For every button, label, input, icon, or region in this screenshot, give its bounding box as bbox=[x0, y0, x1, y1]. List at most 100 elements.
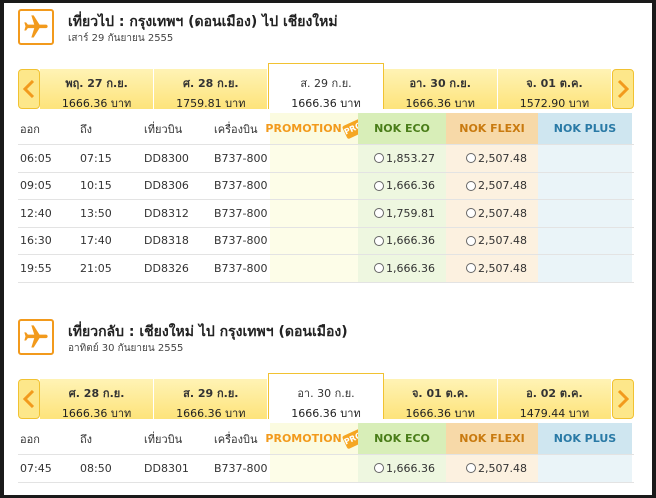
flight-number: DD8318 bbox=[144, 234, 189, 248]
table-header-row: ออก ถึง เที่ยวบิน เครื่องบิน PROMOTION PRO NOK… bbox=[18, 423, 634, 455]
nok-plus-cell bbox=[538, 227, 632, 254]
date-label: จ. 01 ต.ค. bbox=[526, 77, 583, 90]
date-tab[interactable]: ส. 29 ก.ย. 1666.36 บาท bbox=[268, 63, 384, 110]
return-title: เที่ยวกลับ : เชียงใหม่ ไป กรุงเทพฯ (ดอนเ… bbox=[68, 324, 348, 340]
table-row: 12:40 13:50 DD8312 B737-800 1,759.81 2,507.48 bbox=[18, 200, 634, 228]
fare-radio[interactable] bbox=[466, 235, 476, 246]
col-arrival: ถึง bbox=[80, 122, 93, 136]
fare-price: 1,759.81 bbox=[386, 206, 435, 220]
departure-time: 09:05 bbox=[20, 179, 52, 193]
outbound-date-selector: พฤ. 27 ก.ย. 1666.36 บาท ศ. 28 ก.ย. 1759.81 … bbox=[18, 63, 634, 111]
prev-date-button[interactable] bbox=[18, 69, 40, 109]
flight-number: DD8301 bbox=[144, 461, 189, 475]
date-tab[interactable]: อา. 30 ก.ย. 1666.36 บาท bbox=[383, 69, 498, 110]
table-header-row: ออก ถึง เที่ยวบิน เครื่องบิน PROMOTION PRO NOK… bbox=[18, 113, 634, 145]
fare-radio[interactable] bbox=[374, 180, 384, 191]
arrival-time: 13:50 bbox=[80, 206, 112, 220]
promotion-cell bbox=[270, 227, 358, 254]
fare-radio[interactable] bbox=[466, 463, 476, 474]
date-tab[interactable]: ศ. 28 ก.ย. 1759.81 บาท bbox=[154, 69, 269, 110]
fare-price: 2,507.48 bbox=[478, 206, 527, 220]
flight-number: DD8312 bbox=[144, 206, 189, 220]
arrival-time: 21:05 bbox=[80, 261, 112, 275]
col-flight: เที่ยวบิน bbox=[144, 122, 183, 136]
promotion-cell bbox=[270, 455, 358, 482]
departure-time: 16:30 bbox=[20, 234, 52, 248]
fare-radio[interactable] bbox=[466, 208, 476, 219]
nok-flexi-fare: 2,507.48 bbox=[446, 172, 538, 199]
date-tab[interactable]: พฤ. 27 ก.ย. 1666.36 บาท bbox=[40, 69, 155, 110]
nok-plus-cell bbox=[538, 145, 632, 172]
departure-time: 19:55 bbox=[20, 261, 52, 275]
flight-number: DD8306 bbox=[144, 179, 189, 193]
fare-radio[interactable] bbox=[374, 263, 384, 274]
fare-radio[interactable] bbox=[466, 153, 476, 164]
promotion-cell bbox=[270, 200, 358, 227]
fare-price: 2,507.48 bbox=[478, 234, 527, 248]
return-flight-table: ออก ถึง เที่ยวบิน เครื่องบิน PROMOTION PRO NOK… bbox=[18, 423, 634, 483]
date-tab[interactable]: อา. 30 ก.ย. 1666.36 บาท bbox=[268, 373, 384, 420]
fare-price: 2,507.48 bbox=[478, 151, 527, 165]
date-tab[interactable]: จ. 01 ต.ค. 1572.90 บาท bbox=[497, 69, 613, 110]
col-departure: ออก bbox=[20, 432, 40, 446]
date-tab[interactable]: ศ. 28 ก.ย. 1666.36 บาท bbox=[40, 379, 155, 420]
flight-selection-panel: เที่ยวไป : กรุงเทพฯ (ดอนเมือง) ไป เชียงใ… bbox=[4, 3, 652, 495]
return-date: อาทิตย์ 30 กันยายน 2555 bbox=[68, 343, 184, 354]
col-promotion: PROMOTION PRO bbox=[265, 113, 365, 144]
return-header: เที่ยวกลับ : เชียงใหม่ ไป กรุงเทพฯ (ดอนเ… bbox=[18, 319, 638, 359]
chevron-left-icon bbox=[23, 390, 35, 408]
fare-price: 1,666.36 bbox=[386, 179, 435, 193]
nok-plus-cell bbox=[538, 255, 632, 282]
nok-plus-cell bbox=[538, 200, 632, 227]
fare-radio[interactable] bbox=[374, 463, 384, 474]
col-nok-plus: NOK PLUS bbox=[538, 423, 632, 454]
date-tab[interactable]: ส. 29 ก.ย. 1666.36 บาท bbox=[154, 379, 269, 420]
fare-radio[interactable] bbox=[374, 208, 384, 219]
date-price: 1666.36 บาท bbox=[61, 97, 132, 110]
date-price: 1479.44 บาท bbox=[519, 407, 590, 420]
nok-flexi-fare: 2,507.48 bbox=[446, 200, 538, 227]
departure-time: 07:45 bbox=[20, 461, 52, 475]
nok-eco-fare: 1,759.81 bbox=[358, 200, 446, 227]
fare-price: 1,666.36 bbox=[386, 261, 435, 275]
fare-price: 2,507.48 bbox=[478, 261, 527, 275]
date-tab[interactable]: อ. 02 ต.ค. 1479.44 บาท bbox=[497, 379, 613, 420]
fare-price: 2,507.48 bbox=[478, 179, 527, 193]
outbound-title: เที่ยวไป : กรุงเทพฯ (ดอนเมือง) ไป เชียงใ… bbox=[68, 14, 338, 30]
nok-plus-cell bbox=[538, 455, 632, 482]
col-nok-eco: NOK ECO bbox=[358, 423, 446, 454]
nok-eco-fare: 1,666.36 bbox=[358, 255, 446, 282]
date-price: 1666.36 บาท bbox=[176, 407, 246, 420]
prev-date-button[interactable] bbox=[18, 379, 40, 419]
outbound-flight-table: ออก ถึง เที่ยวบิน เครื่องบิน PROMOTION PRO NOK… bbox=[18, 113, 634, 283]
fare-radio[interactable] bbox=[374, 153, 384, 164]
next-date-button[interactable] bbox=[612, 379, 634, 419]
date-price: 1666.36 บาท bbox=[291, 97, 361, 110]
arrival-time: 17:40 bbox=[80, 234, 112, 248]
col-flight: เที่ยวบิน bbox=[144, 432, 183, 446]
date-tab[interactable]: จ. 01 ต.ค. 1666.36 บาท bbox=[383, 379, 498, 420]
chevron-right-icon bbox=[617, 80, 629, 98]
date-label: อา. 30 ก.ย. bbox=[409, 77, 471, 90]
table-row: 16:30 17:40 DD8318 B737-800 1,666.36 2,507.48 bbox=[18, 227, 634, 255]
outbound-header: เที่ยวไป : กรุงเทพฯ (ดอนเมือง) ไป เชียงใ… bbox=[18, 9, 638, 49]
fare-price: 1,666.36 bbox=[386, 461, 435, 475]
chevron-left-icon bbox=[23, 80, 35, 98]
col-departure: ออก bbox=[20, 122, 40, 136]
nok-eco-fare: 1,666.36 bbox=[358, 172, 446, 199]
date-price: 1759.81 บาท bbox=[176, 97, 246, 110]
col-nok-eco: NOK ECO bbox=[358, 113, 446, 144]
table-row: 19:55 21:05 DD8326 B737-800 1,666.36 2,507.48 bbox=[18, 255, 634, 283]
nok-eco-fare: 1,666.36 bbox=[358, 227, 446, 254]
fare-radio[interactable] bbox=[466, 263, 476, 274]
promotion-label: PROMOTION bbox=[265, 432, 342, 445]
nok-eco-fare: 1,853.27 bbox=[358, 145, 446, 172]
fare-radio[interactable] bbox=[374, 235, 384, 246]
airplane-icon bbox=[18, 9, 54, 45]
date-label: อา. 30 ก.ย. bbox=[297, 387, 355, 400]
chevron-right-icon bbox=[617, 390, 629, 408]
fare-radio[interactable] bbox=[466, 180, 476, 191]
flight-number: DD8300 bbox=[144, 151, 189, 165]
arrival-time: 07:15 bbox=[80, 151, 112, 165]
next-date-button[interactable] bbox=[612, 69, 634, 109]
